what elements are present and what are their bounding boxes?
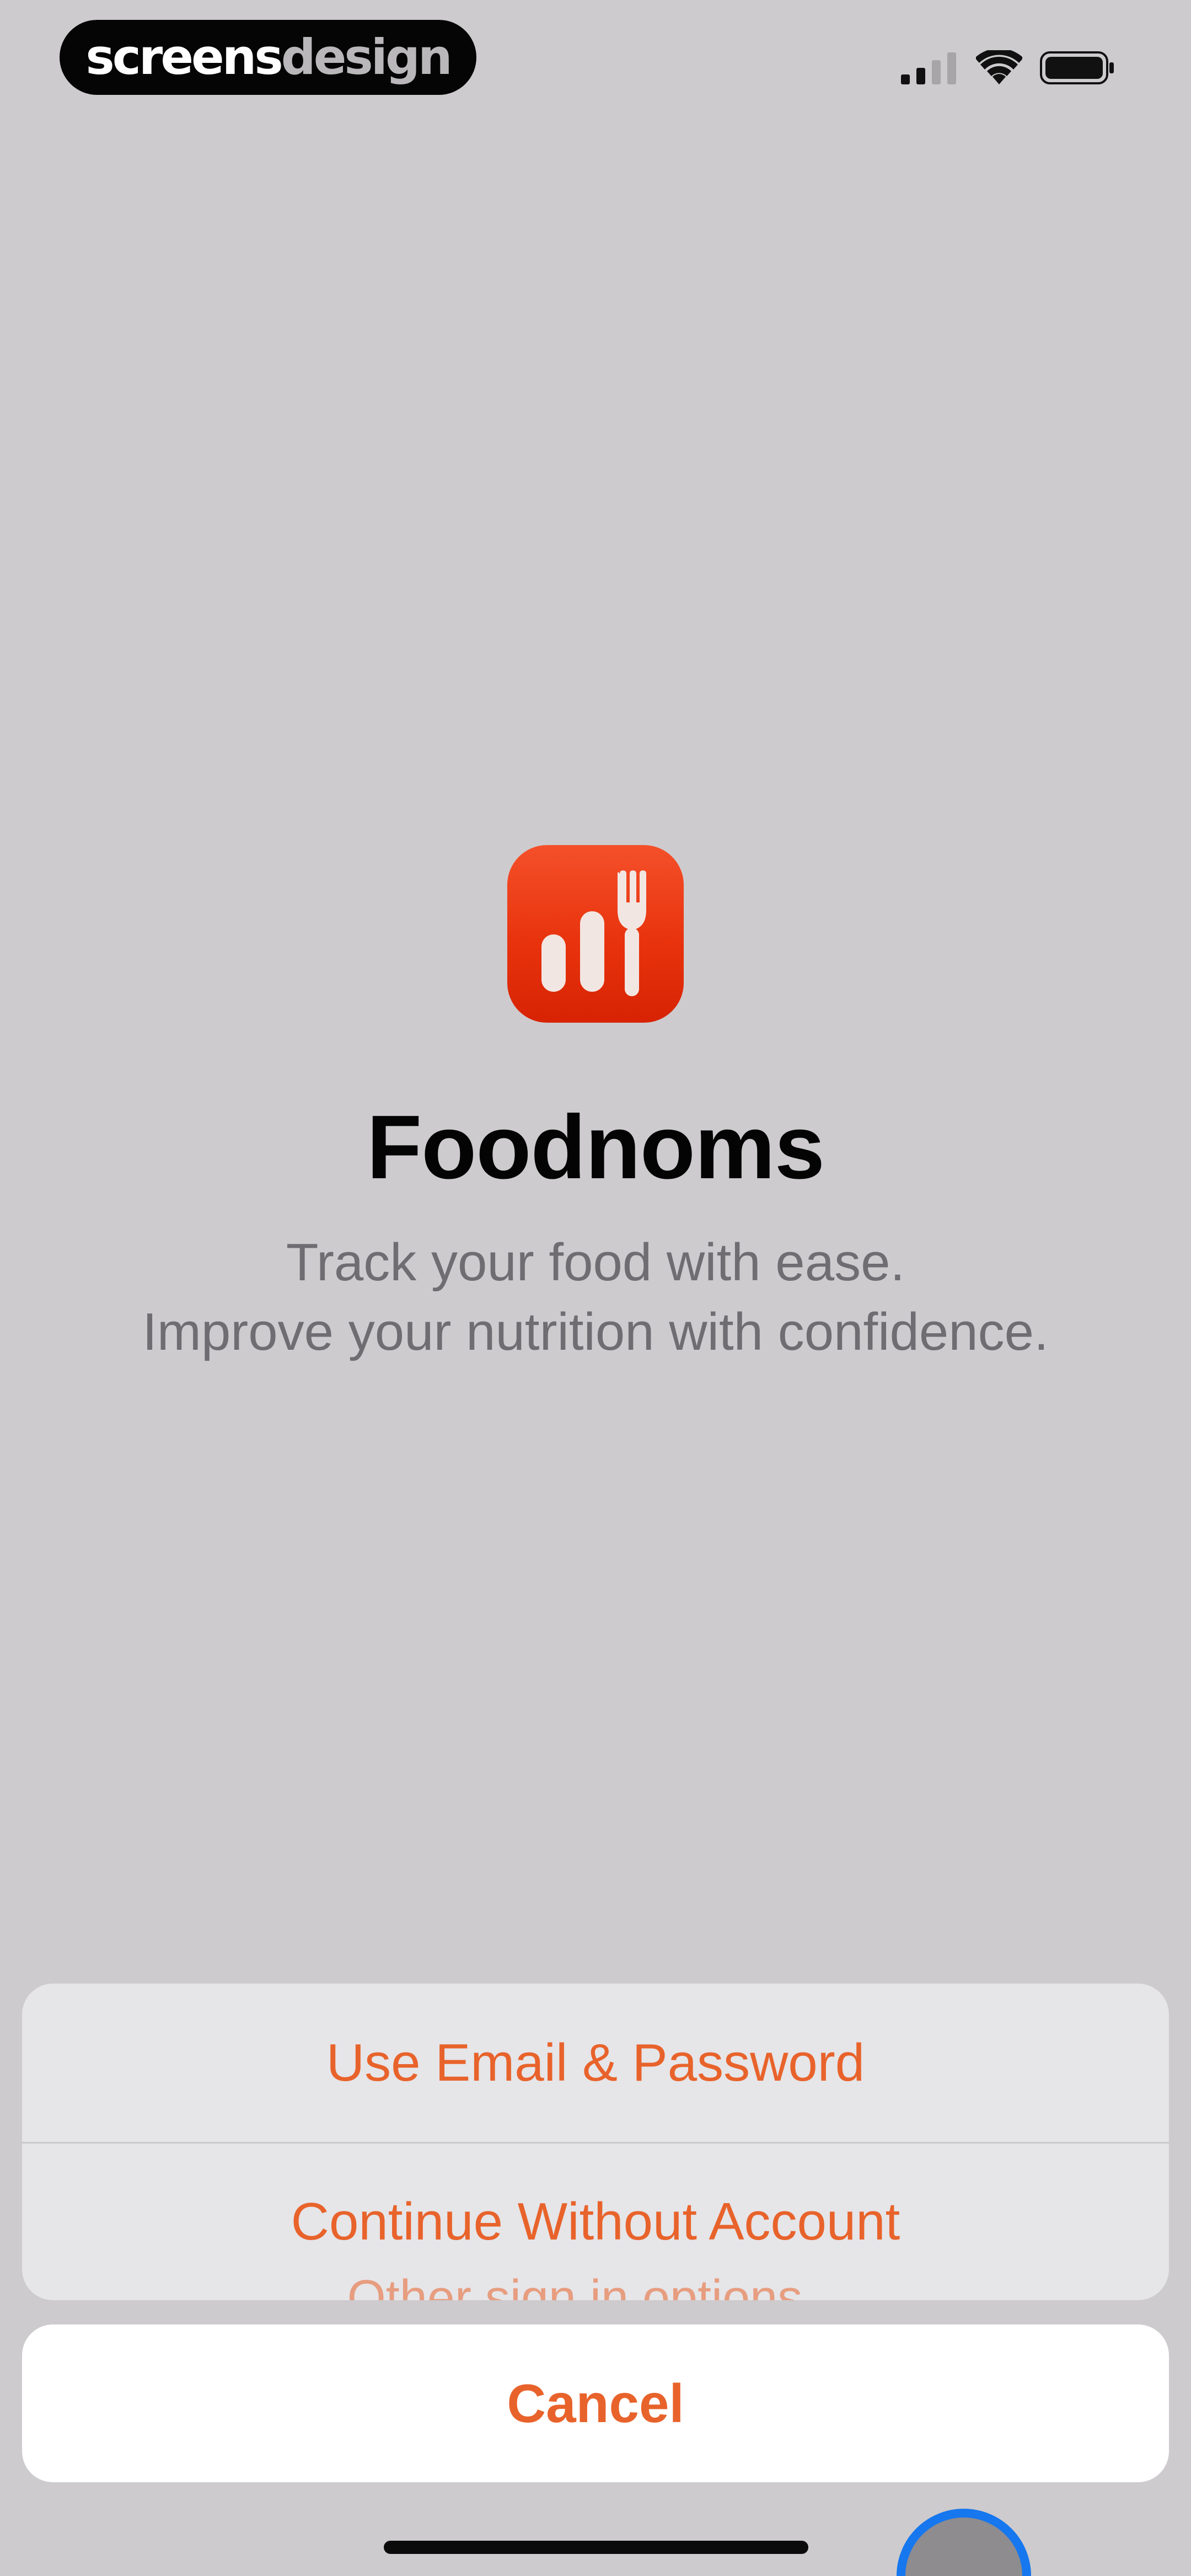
watermark-part-2: design [281, 29, 453, 85]
app-tagline: Track your food with ease. Improve your … [0, 1228, 1191, 1367]
foodnoms-app-icon [507, 845, 684, 1023]
touch-indicator [897, 2509, 1031, 2576]
app-title: Foodnoms [366, 1097, 825, 1198]
watermark-part-1: screens [85, 29, 283, 85]
tagline-line-1: Track your food with ease. [286, 1233, 905, 1292]
home-indicator[interactable] [384, 2541, 808, 2554]
cancel-button[interactable]: Cancel [22, 2324, 1169, 2482]
screensdesign-watermark: screens design [60, 20, 476, 95]
wifi-icon [976, 50, 1022, 84]
action-sheet-options: Use Email & Password Continue Without Ac… [22, 1984, 1169, 2300]
battery-icon [1040, 51, 1114, 84]
signal-icon [901, 52, 956, 84]
status-bar [900, 49, 1115, 87]
other-sign-in-options-partial: Other sign in options... [347, 2270, 844, 2300]
use-email-password-button[interactable]: Use Email & Password [22, 1984, 1169, 2142]
screen: screens design Foodnoms Track your food … [0, 0, 1191, 2576]
tagline-line-2: Improve your nutrition with confidence. [142, 1302, 1049, 1361]
